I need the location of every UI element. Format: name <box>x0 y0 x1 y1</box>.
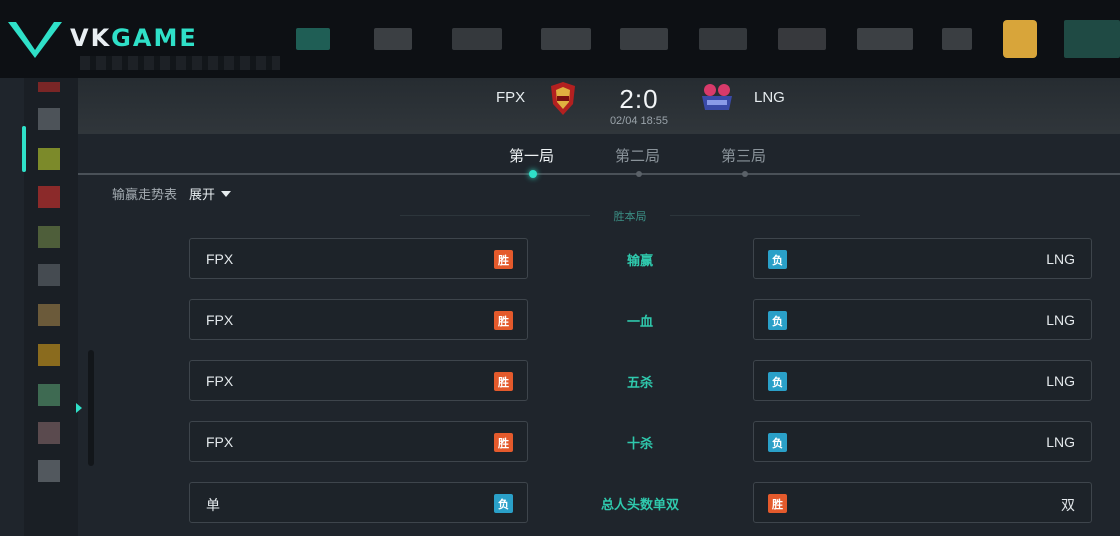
nav-item[interactable] <box>857 28 913 50</box>
vk-logo-mark-icon <box>8 22 62 58</box>
sidebar-game-icon[interactable] <box>38 186 60 208</box>
sidebar-scrollbar[interactable] <box>88 350 94 466</box>
bet-option-label: LNG <box>1046 312 1075 328</box>
lose-badge-icon: 负 <box>768 311 787 330</box>
top-navigation-bar: VKGAME <box>0 0 1120 78</box>
sidebar-game-icon[interactable] <box>38 422 60 444</box>
bet-option-label: LNG <box>1046 434 1075 450</box>
lose-badge-icon: 负 <box>768 250 787 269</box>
tab-game-2[interactable]: 第二局 <box>615 145 660 166</box>
sidebar-game-icon[interactable] <box>38 108 60 130</box>
bet-option-label: LNG <box>1046 251 1075 267</box>
bet-option-label: FPX <box>206 434 234 450</box>
tab-game-1[interactable]: 第一局 <box>509 145 554 166</box>
bet-option-right[interactable]: 胜 双 <box>753 482 1092 523</box>
bet-option-left[interactable]: 单 负 <box>189 482 528 523</box>
caret-down-icon <box>221 190 232 197</box>
lose-badge-icon: 负 <box>768 433 787 452</box>
team-right-name: LNG <box>754 89 785 106</box>
game-sidebar <box>24 78 78 536</box>
win-badge-icon: 胜 <box>494 311 513 330</box>
bet-option-label: 双 <box>1061 497 1075 513</box>
bet-market-title: 五杀 <box>626 375 653 390</box>
team-left-name: FPX <box>496 89 526 106</box>
bet-option-right[interactable]: 负 LNG <box>753 299 1092 340</box>
bet-option-label: FPX <box>206 251 234 267</box>
sidebar-game-icon[interactable] <box>38 148 60 170</box>
lng-team-logo-icon <box>698 82 736 121</box>
bet-market-title: 输赢 <box>626 253 653 268</box>
nav-item[interactable] <box>296 28 330 50</box>
bet-option-right[interactable]: 负 LNG <box>753 360 1092 401</box>
tab-game-3[interactable]: 第三局 <box>721 145 766 166</box>
bet-option-left[interactable]: FPX 胜 <box>189 360 528 401</box>
win-badge-icon: 胜 <box>494 250 513 269</box>
sidebar-game-icon[interactable] <box>38 82 60 92</box>
match-header: FPX 2:0 02/04 18:55 LNG <box>78 78 1120 134</box>
nav-item[interactable] <box>699 28 747 50</box>
bet-market-title: 总人头数单双 <box>600 497 679 512</box>
sub-navigation-strip <box>80 56 280 70</box>
sidebar-game-icon[interactable] <box>38 384 60 406</box>
bet-option-label: 单 <box>206 497 220 513</box>
logo-text: VKGAME <box>70 24 198 52</box>
section-title: 胜本局 <box>400 208 860 224</box>
sidebar-game-icon[interactable] <box>38 344 60 366</box>
match-score: 2:0 <box>619 84 659 114</box>
bet-option-left[interactable]: FPX 胜 <box>189 299 528 340</box>
bet-option-left[interactable]: FPX 胜 <box>189 421 528 462</box>
match-date: 02/04 18:55 <box>609 115 669 127</box>
sidebar-expand-arrow-icon[interactable] <box>76 403 82 413</box>
fpx-team-logo-icon <box>548 82 578 121</box>
trend-table-label: 输赢走势表 <box>112 187 178 202</box>
nav-item[interactable] <box>1064 20 1120 58</box>
sidebar-game-icon[interactable] <box>38 304 60 326</box>
nav-item[interactable] <box>620 28 668 50</box>
tab-indicator <box>636 171 642 177</box>
bet-market-title: 十杀 <box>626 436 653 451</box>
bet-market-title: 一血 <box>626 314 653 329</box>
nav-item[interactable] <box>942 28 972 50</box>
bet-option-label: FPX <box>206 373 234 389</box>
nav-item[interactable] <box>541 28 591 50</box>
bet-option-label: FPX <box>206 312 234 328</box>
lose-badge-icon: 负 <box>768 372 787 391</box>
bet-option-left[interactable]: FPX 胜 <box>189 238 528 279</box>
nav-item[interactable] <box>778 28 826 50</box>
expand-label: 展开 <box>189 187 216 202</box>
expand-toggle[interactable]: 展开 <box>189 184 232 203</box>
bet-option-label: LNG <box>1046 373 1075 389</box>
win-badge-icon: 胜 <box>494 372 513 391</box>
bet-option-right[interactable]: 负 LNG <box>753 238 1092 279</box>
vkgame-logo[interactable]: VKGAME <box>6 18 246 58</box>
nav-item[interactable] <box>452 28 502 50</box>
tabs-divider <box>78 173 1120 175</box>
tab-indicator-active <box>529 170 537 178</box>
win-badge-icon: 胜 <box>768 494 787 513</box>
bet-option-right[interactable]: 负 LNG <box>753 421 1092 462</box>
sidebar-game-icon[interactable] <box>38 226 60 248</box>
sidebar-game-icon[interactable] <box>38 460 60 482</box>
sidebar-game-icon[interactable] <box>38 264 60 286</box>
nav-item[interactable] <box>374 28 412 50</box>
lose-badge-icon: 负 <box>494 494 513 513</box>
user-avatar[interactable] <box>1003 20 1037 58</box>
tab-indicator <box>742 171 748 177</box>
sidebar-active-indicator <box>22 126 26 172</box>
win-badge-icon: 胜 <box>494 433 513 452</box>
